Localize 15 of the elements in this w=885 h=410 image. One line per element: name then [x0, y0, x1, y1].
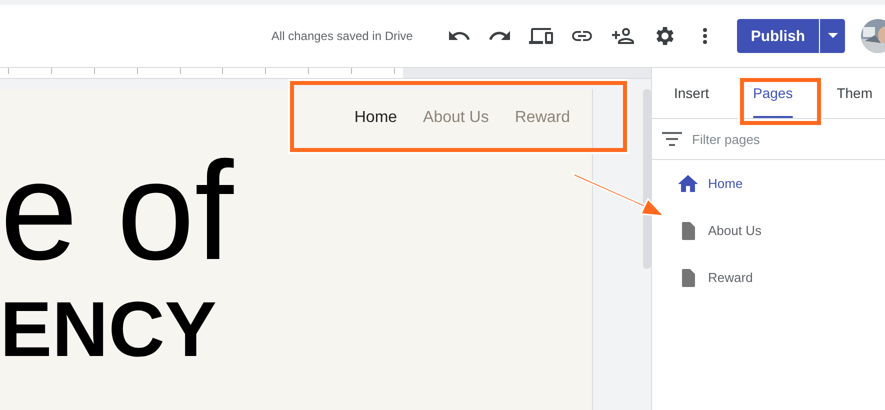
home-icon — [678, 174, 698, 194]
heading-text: ENCY — [0, 287, 217, 371]
panel-tab[interactable]: Them — [814, 68, 885, 118]
site-nav-link[interactable]: Home — [354, 109, 398, 127]
heading-text: e of — [0, 141, 235, 281]
publish-menu-button[interactable] — [819, 19, 845, 53]
panel-tab[interactable]: Insert — [652, 68, 732, 118]
page-list-item[interactable]: About Us — [652, 207, 885, 254]
panel-tab[interactable]: Pages — [731, 68, 815, 118]
save-status: All changes saved in Drive — [271, 29, 413, 43]
caret-icon — [828, 33, 838, 39]
page-list-item[interactable]: Home — [652, 160, 885, 207]
page-list-item[interactable]: Reward — [652, 254, 885, 301]
filter-icon — [662, 132, 682, 146]
scrollbar[interactable] — [643, 89, 651, 269]
